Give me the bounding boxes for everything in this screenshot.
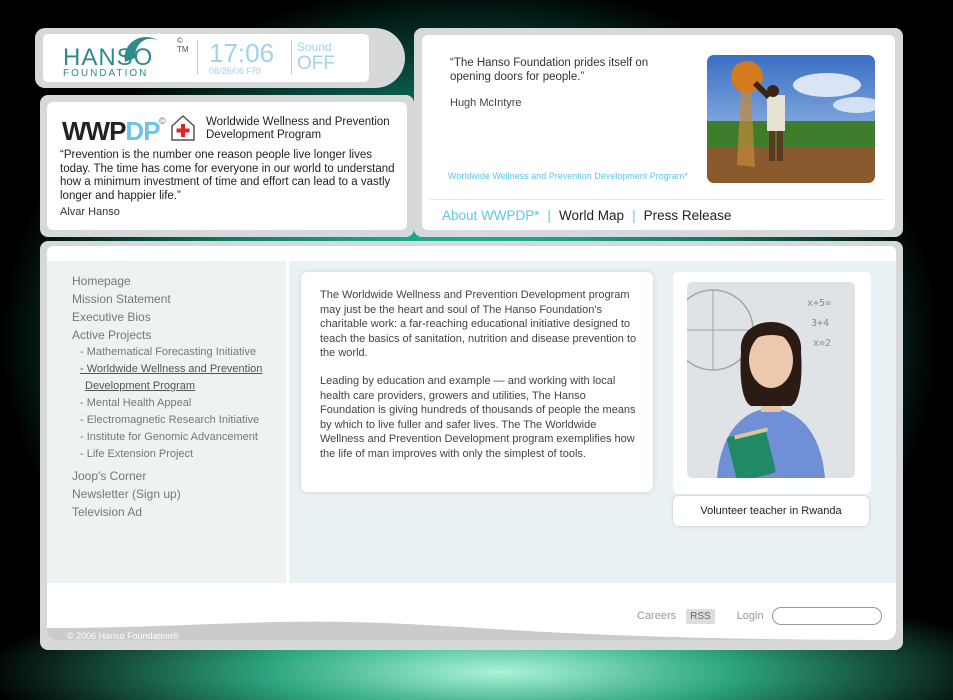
wwpdp-logo-copyright: © <box>159 116 166 126</box>
sidebar-divider <box>286 261 289 583</box>
sidebar-item-newsletter[interactable]: Newsletter (Sign up) <box>72 485 262 503</box>
svg-text:3+4: 3+4 <box>811 318 829 329</box>
article-paragraph-1: The Worldwide Wellness and Prevention De… <box>320 289 637 359</box>
sidebar-item-mission-statement[interactable]: Mission Statement <box>72 290 262 308</box>
sidebar-subitem-wwpdp[interactable]: - Worldwide Wellness and Prevention Deve… <box>72 361 262 395</box>
photo-caption: Volunteer teacher in Rwanda <box>673 496 869 526</box>
nav-world-map[interactable]: World Map <box>559 208 624 223</box>
main-inner: Homepage Mission Statement Executive Bio… <box>47 246 896 640</box>
article-card: The Worldwide Wellness and Prevention De… <box>301 272 653 492</box>
header-inner: HANSO FOUNDATION © TM 17:06 08/26/06 FRI… <box>43 34 369 82</box>
program-title: Worldwide Wellness and Prevention Develo… <box>206 116 390 141</box>
nav-press-release[interactable]: Press Release <box>644 208 732 223</box>
clock-date: 08/26/06 FRI <box>209 66 262 76</box>
feature-program-label: Worldwide Wellness and Prevention Develo… <box>448 171 688 181</box>
sidebar-subitem-electromagnetic[interactable]: - Electromagnetic Research Initiative <box>72 412 262 429</box>
sidebar-subitem-wwpdp-cont: Development Program <box>85 380 196 392</box>
nav-separator: | <box>547 208 552 223</box>
sidebar-subitem-mathematical-forecasting[interactable]: - Mathematical Forecasting Initiative <box>72 344 262 361</box>
header-panel: HANSO FOUNDATION © TM 17:06 08/26/06 FRI… <box>35 28 405 88</box>
svg-text:x=2: x=2 <box>813 338 831 349</box>
sidebar-item-television-ad[interactable]: Television Ad <box>72 503 262 521</box>
sidebar-subitem-mental-health[interactable]: - Mental Health Appeal <box>72 395 262 412</box>
nav-separator: | <box>632 208 636 223</box>
feature-nav: About WWPDP* | World Map | Press Release <box>442 208 731 223</box>
program-panel: WWPDP © Worldwide Wellness and Preventio… <box>40 95 414 237</box>
sidebar-nav: Homepage Mission Statement Executive Bio… <box>72 272 262 521</box>
wwpdp-logo-part1: WWP <box>62 116 126 146</box>
sidebar-subitem-life-extension[interactable]: - Life Extension Project <box>72 446 262 463</box>
svg-text:x+5=: x+5= <box>807 298 831 309</box>
farmer-photo <box>707 55 875 183</box>
sidebar-item-homepage[interactable]: Homepage <box>72 272 262 290</box>
teacher-photo: x+5= 3+4 x=2 <box>687 282 855 478</box>
footer-copyright: © 2006 Hanso Foundation® <box>67 631 179 640</box>
program-quote-author: Alvar Hanso <box>60 206 120 218</box>
sidebar-item-active-projects[interactable]: Active Projects <box>72 326 262 344</box>
sidebar-item-joops-corner[interactable]: Joop's Corner <box>72 467 262 485</box>
sidebar-subitem-genomic[interactable]: - Institute for Genomic Advancement <box>72 429 262 446</box>
sound-label: Sound <box>297 40 332 54</box>
program-inner: WWPDP © Worldwide Wellness and Preventio… <box>47 102 407 230</box>
logo-foundation: FOUNDATION <box>63 68 149 79</box>
program-quote: “Prevention is the number one reason peo… <box>60 149 395 202</box>
feature-panel: “The Hanso Foundation prides itself on o… <box>414 28 903 237</box>
wwpdp-logo-part2: DP <box>125 116 160 146</box>
clock-time: 17:06 <box>209 38 275 68</box>
feature-quote: “The Hanso Foundation prides itself on o… <box>450 57 649 83</box>
header-divider <box>197 40 198 74</box>
logo-trademark: © TM <box>177 36 189 54</box>
feature-quote-author: Hugh McIntyre <box>450 97 522 109</box>
nav-about-wwpdp[interactable]: About WWPDP* <box>442 208 540 223</box>
feature-separator <box>430 199 885 200</box>
feature-inner: “The Hanso Foundation prides itself on o… <box>422 35 895 230</box>
red-cross-house-icon <box>171 114 195 141</box>
main-panel: Homepage Mission Statement Executive Bio… <box>40 241 903 650</box>
header-divider <box>291 40 292 74</box>
wwpdp-logo: WWPDP <box>62 116 161 147</box>
sidebar-subitem-wwpdp-label: - Worldwide Wellness and Prevention <box>80 363 263 375</box>
teacher-photo-card: x+5= 3+4 x=2 <box>673 272 871 494</box>
sound-toggle[interactable]: OFF <box>297 53 335 75</box>
article-paragraph-2: Leading by education and example — and w… <box>320 375 636 460</box>
sidebar-item-executive-bios[interactable]: Executive Bios <box>72 308 262 326</box>
